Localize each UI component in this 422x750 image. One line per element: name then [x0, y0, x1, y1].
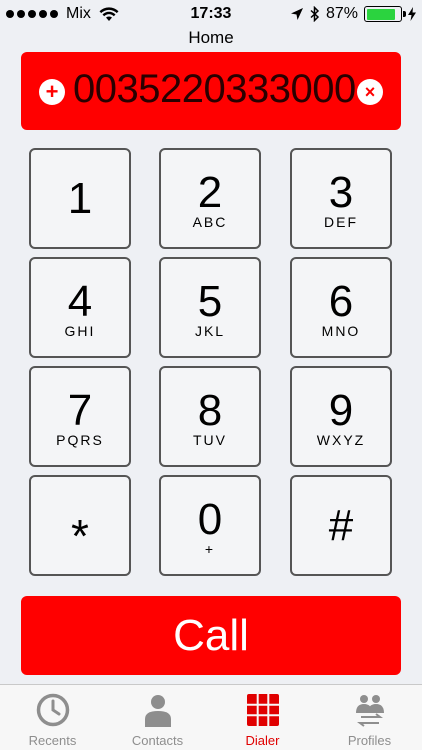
- key-8[interactable]: 8 TUV: [159, 366, 261, 467]
- key-letters: GHI: [64, 323, 96, 339]
- location-arrow-icon: [290, 8, 303, 20]
- key-letters: TUV: [193, 432, 227, 448]
- status-right: 87%: [290, 5, 416, 23]
- key-0[interactable]: 0 +: [159, 475, 261, 576]
- key-digit: 4: [67, 277, 93, 326]
- tab-recents[interactable]: Recents: [0, 685, 105, 750]
- key-9[interactable]: 9 WXYZ: [290, 366, 392, 467]
- status-bar: Mix 17:33 87%: [0, 0, 422, 30]
- key-letters: ABC: [192, 214, 228, 230]
- tab-label: Dialer: [245, 733, 280, 748]
- tab-label: Contacts: [131, 733, 184, 748]
- key-letters: PQRS: [56, 432, 104, 448]
- key-letters: DEF: [324, 214, 358, 230]
- tab-label: Profiles: [347, 733, 392, 748]
- key-letters: +: [204, 541, 216, 557]
- clock-icon: [36, 693, 70, 727]
- battery-percent: 87%: [325, 5, 358, 22]
- key-digit: 3: [328, 168, 354, 217]
- tab-contacts[interactable]: Contacts: [105, 685, 210, 750]
- dialed-number: 0035220333000: [73, 67, 356, 111]
- clear-number-button[interactable]: ×: [357, 79, 383, 105]
- key-3[interactable]: 3 DEF: [290, 148, 392, 249]
- key-letters: JKL: [194, 323, 226, 339]
- key-hash[interactable]: #: [290, 475, 392, 576]
- key-digit: 5: [197, 277, 223, 326]
- key-star[interactable]: *: [29, 475, 131, 576]
- key-5[interactable]: 5 JKL: [159, 257, 261, 358]
- number-display: + 0035220333000 ×: [21, 52, 401, 130]
- page-title: Home: [188, 28, 234, 47]
- key-digit: 0: [197, 495, 223, 544]
- battery-icon: [364, 6, 406, 22]
- key-4[interactable]: 4 GHI: [29, 257, 131, 358]
- key-digit: 7: [67, 386, 93, 435]
- key-letters: WXYZ: [316, 432, 366, 448]
- call-button[interactable]: Call: [21, 596, 401, 675]
- person-icon: [145, 695, 171, 727]
- key-7[interactable]: 7 PQRS: [29, 366, 131, 467]
- tab-profiles[interactable]: Profiles: [317, 685, 422, 750]
- keypad-grid-icon: [247, 694, 279, 726]
- key-digit: 9: [328, 386, 354, 435]
- key-6[interactable]: 6 MNO: [290, 257, 392, 358]
- charging-bolt-icon: [408, 7, 416, 21]
- battery-fill: [366, 8, 396, 20]
- tab-dialer[interactable]: Dialer: [210, 685, 315, 750]
- key-digit: 2: [197, 168, 223, 217]
- add-contact-button[interactable]: +: [39, 79, 65, 105]
- tab-bar: Recents Contacts Dialer Profiles: [0, 684, 422, 750]
- key-letters: MNO: [321, 323, 361, 339]
- bluetooth-icon: [310, 6, 320, 22]
- key-1[interactable]: 1: [29, 148, 131, 249]
- key-digit: *: [71, 510, 89, 562]
- key-2[interactable]: 2 ABC: [159, 148, 261, 249]
- tab-label: Recents: [28, 733, 77, 748]
- profiles-icon: [356, 695, 384, 727]
- key-digit: 1: [67, 174, 93, 223]
- key-digit: 8: [197, 386, 223, 435]
- key-digit: #: [328, 501, 354, 550]
- keypad: 1 2 ABC 3 DEF 4 GHI 5 JKL 6 MNO 7 PQRS 8…: [29, 148, 393, 578]
- key-digit: 6: [328, 277, 354, 326]
